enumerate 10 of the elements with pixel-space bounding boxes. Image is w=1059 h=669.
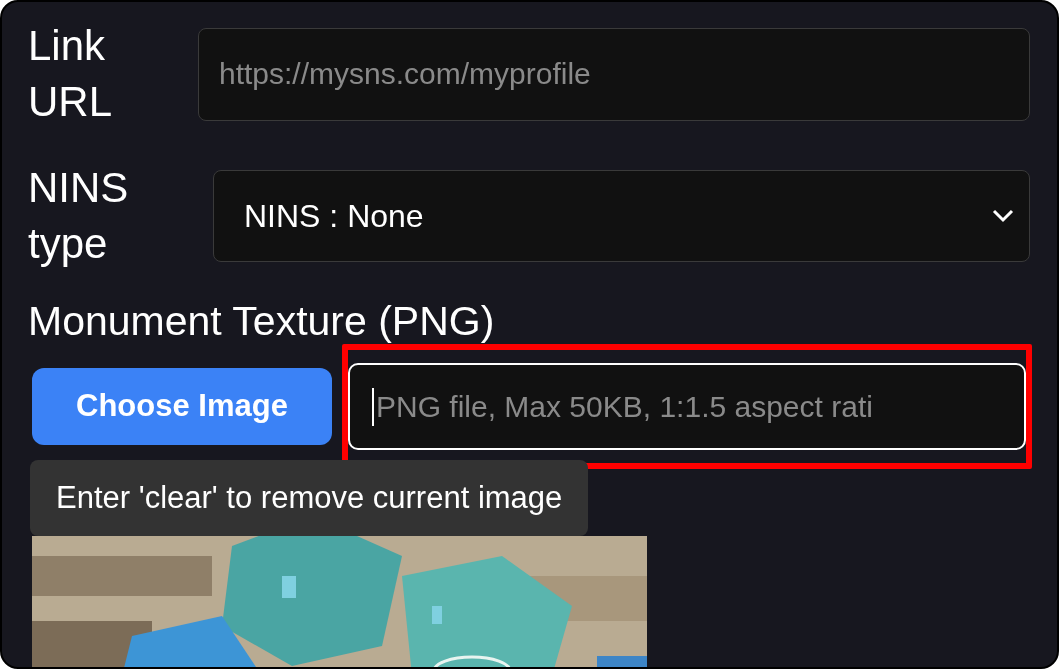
- section-label: Monument Texture (PNG): [28, 297, 495, 346]
- field-label: Link URL: [28, 21, 114, 127]
- field-label: NINS type: [28, 163, 130, 269]
- url-input-field[interactable]: https://mysns.com/myprofile: [198, 27, 1030, 121]
- type-dropdown[interactable]: NINS : None: [213, 170, 1030, 262]
- text-cursor: [372, 387, 374, 426]
- tooltip: Enter 'clear' to remove current image: [30, 460, 589, 536]
- choose-image-button[interactable]: Choose Image: [32, 368, 332, 445]
- file-input-field[interactable]: PNG file, Max 50KB, 1:1.5 aspect rati: [348, 363, 1026, 450]
- chevron-down-icon: [991, 208, 1015, 224]
